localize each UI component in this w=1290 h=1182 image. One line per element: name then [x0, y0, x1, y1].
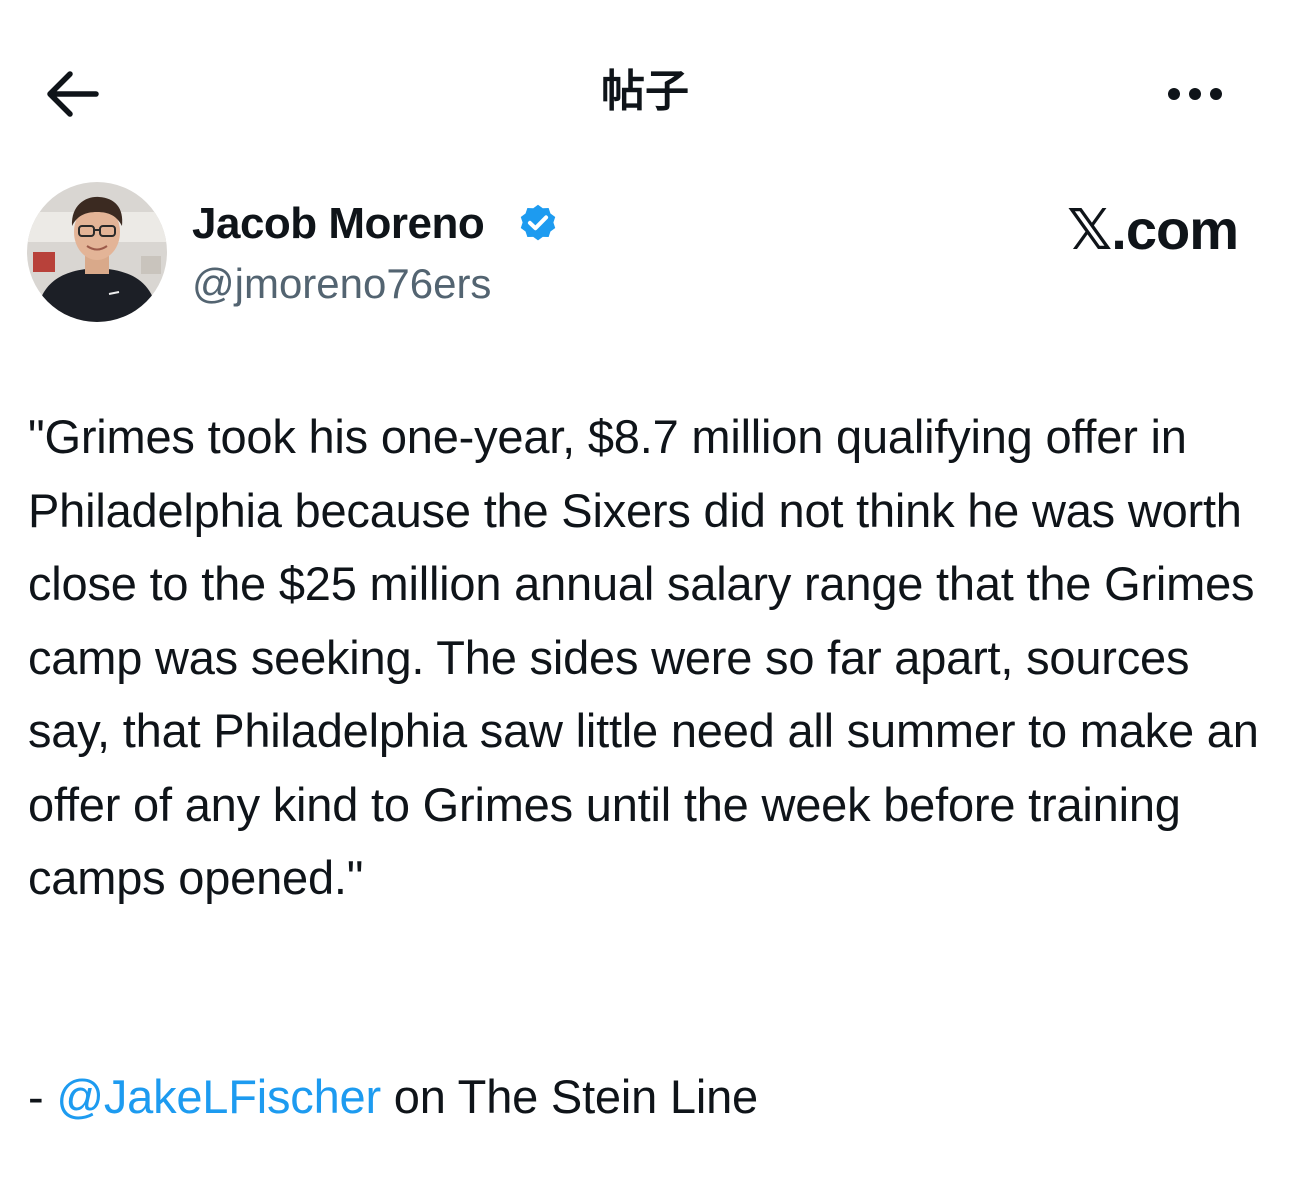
x-logo-watermark: 𝕏.com: [1067, 198, 1239, 261]
attribution-suffix: on The Stein Line: [380, 1070, 758, 1123]
tweet-author: Jacob Moreno @jmoreno76ers 𝕏.com: [0, 178, 1290, 328]
mention-link[interactable]: @JakeLFischer: [56, 1070, 381, 1123]
page-title: 帖子: [601, 66, 689, 117]
avatar[interactable]: [27, 182, 167, 322]
top-bar: 帖子: [0, 0, 1290, 190]
more-options-button[interactable]: [1160, 72, 1230, 116]
display-name[interactable]: Jacob Moreno: [192, 198, 485, 250]
attribution-prefix: -: [28, 1070, 57, 1123]
more-horizontal-icon: [1168, 88, 1222, 100]
verified-badge-icon: [520, 204, 556, 241]
tweet-body: "Grimes took his one-year, $8.7 million …: [28, 410, 1272, 904]
user-handle[interactable]: @jmoreno76ers: [192, 258, 491, 310]
profile-photo: [27, 182, 167, 322]
tweet-attribution: - @JakeLFischer on The Stein Line: [28, 1060, 758, 1134]
